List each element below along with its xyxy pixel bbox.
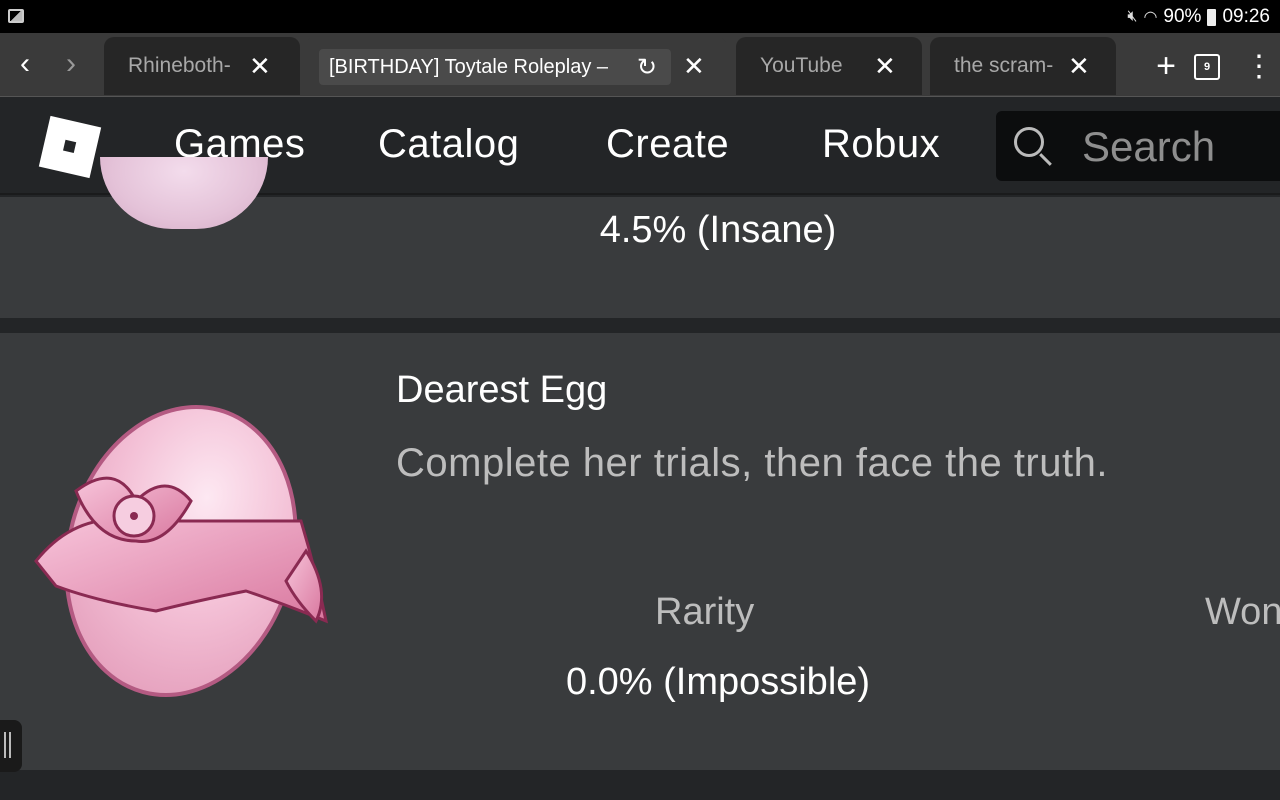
back-button[interactable]: ‹ — [10, 47, 40, 81]
battery-percent: 90% — [1163, 6, 1202, 27]
rarity-value: 0.0% (Impossible) — [565, 661, 871, 703]
search-icon — [1014, 127, 1044, 157]
browser-menu-button[interactable]: ⋮ — [1244, 51, 1274, 82]
close-tab-button[interactable]: ✕ — [249, 51, 271, 82]
tab-the-scram[interactable]: the scram- ✕ — [930, 37, 1116, 95]
gallery-notification-icon — [8, 9, 24, 23]
forward-button[interactable]: › — [56, 47, 86, 81]
mute-icon: 🔇︎ — [1127, 8, 1138, 25]
status-bar: 🔇︎ ◠ 90% 09:26 — [0, 0, 1280, 33]
badge-card: Dearest Egg Complete her trials, then fa… — [0, 333, 1280, 770]
battery-icon — [1207, 8, 1217, 26]
rarity-value: 4.5% (Insane) — [599, 209, 837, 251]
reload-icon[interactable]: ↻ — [637, 53, 657, 82]
new-tab-button[interactable]: + — [1146, 47, 1186, 86]
tab-title: Rhineboth- — [128, 54, 231, 77]
tab-title: [BIRTHDAY] Toytale Roleplay – — [329, 55, 609, 78]
badge-card: 4.5% (Insane) — [0, 157, 1280, 318]
tab-youtube[interactable]: YouTube ✕ — [736, 37, 922, 95]
badge-description: Complete her trials, then face the truth… — [396, 441, 1108, 485]
wifi-icon: ◠ — [1143, 9, 1158, 26]
search-input[interactable] — [1082, 123, 1280, 171]
nav-create[interactable]: Create — [606, 122, 729, 167]
close-tab-button[interactable]: ✕ — [874, 51, 896, 82]
won-yesterday-label: Won Yesterday — [1205, 591, 1280, 633]
badge-image — [100, 157, 268, 229]
tab-count-button[interactable]: 9 — [1194, 53, 1220, 80]
search-box[interactable] — [996, 111, 1280, 181]
nav-robux[interactable]: Robux — [822, 122, 940, 167]
egg-icon — [34, 405, 329, 697]
tab-title: the scram- — [954, 54, 1054, 77]
clock: 09:26 — [1222, 6, 1270, 27]
badge-image — [16, 401, 336, 701]
roblox-logo-icon[interactable] — [38, 115, 102, 179]
tab-title: YouTube — [760, 54, 843, 77]
browser-tabstrip: ‹ › Rhineboth- ✕ [BIRTHDAY] Toytale Role… — [0, 33, 1280, 97]
address-bar[interactable]: [BIRTHDAY] Toytale Roleplay – ↻ — [319, 49, 671, 85]
side-panel-handle[interactable] — [0, 720, 22, 772]
tab-birthday-toytale[interactable]: [BIRTHDAY] Toytale Roleplay – ↻ ✕ — [305, 37, 727, 95]
badge-title: Dearest Egg — [396, 369, 608, 411]
close-tab-button[interactable]: ✕ — [683, 51, 705, 82]
tab-rhineboth[interactable]: Rhineboth- ✕ — [104, 37, 300, 95]
close-tab-button[interactable]: ✕ — [1068, 51, 1090, 82]
nav-catalog[interactable]: Catalog — [378, 122, 519, 167]
rarity-label: Rarity — [655, 591, 755, 633]
